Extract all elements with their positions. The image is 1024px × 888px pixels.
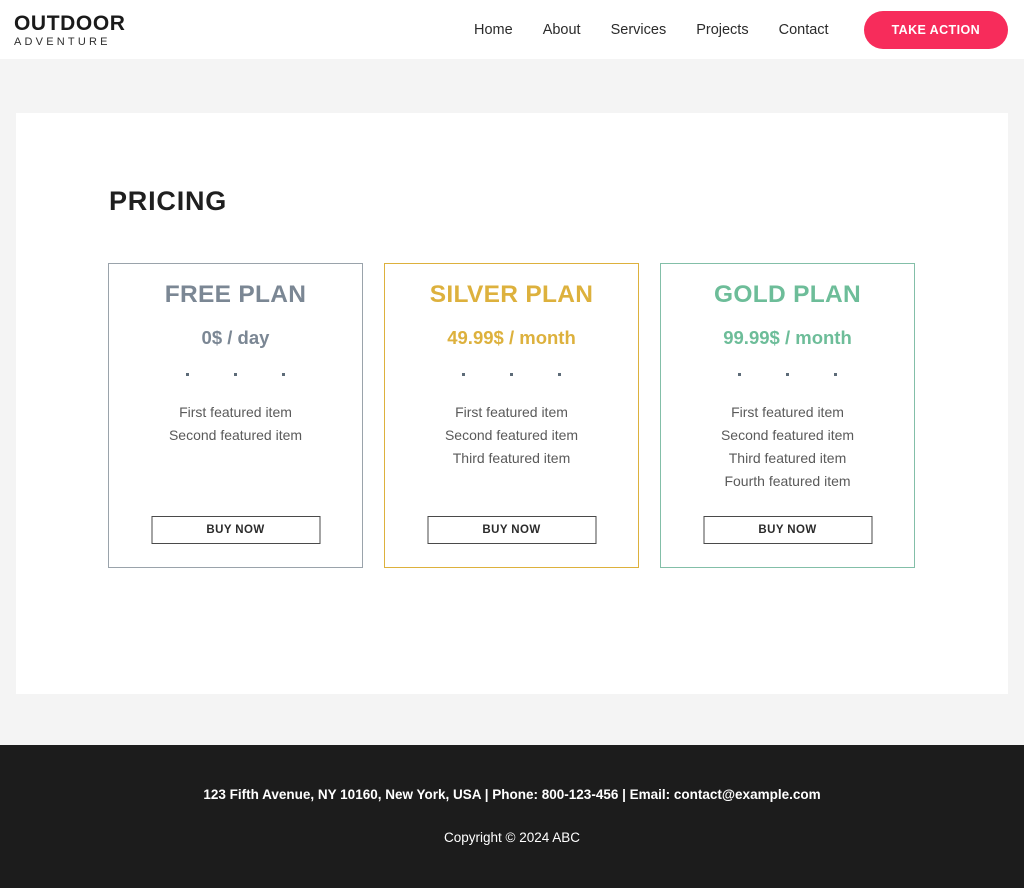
buy-now-button-free[interactable]: BUY NOW bbox=[151, 516, 320, 544]
plan-feature-item: Second featured item bbox=[720, 427, 855, 443]
nav-item-home[interactable]: Home bbox=[459, 22, 528, 38]
plan-feature-item: First featured item bbox=[731, 404, 844, 420]
main-navigation: Home About Services Projects Contact TAK… bbox=[459, 10, 1008, 49]
plan-divider-dots bbox=[462, 369, 561, 379]
divider-dot bbox=[186, 372, 189, 376]
site-logo[interactable]: OUTDOOR ADVENTURE bbox=[14, 11, 126, 48]
plan-feature-item: Second featured item bbox=[444, 427, 579, 443]
plan-title: FREE PLAN bbox=[164, 281, 307, 308]
content-panel: PRICING FREE PLAN 0$ / day First feature… bbox=[16, 113, 1008, 694]
divider-dot bbox=[282, 372, 285, 376]
divider-dot bbox=[462, 372, 465, 376]
buy-now-button-silver[interactable]: BUY NOW bbox=[427, 516, 596, 544]
plan-title: SILVER PLAN bbox=[429, 281, 594, 308]
logo-secondary-text: ADVENTURE bbox=[14, 36, 111, 49]
plan-price: 49.99$ / month bbox=[447, 327, 576, 348]
plan-price: 99.99$ / month bbox=[723, 327, 852, 348]
plan-feature-list: First featured item Second featured item… bbox=[445, 401, 578, 470]
divider-dot bbox=[834, 372, 837, 376]
plan-feature-item: Second featured item bbox=[168, 427, 303, 443]
divider-dot bbox=[786, 372, 789, 376]
take-action-button[interactable]: TAKE ACTION bbox=[863, 10, 1008, 49]
plan-feature-item: First featured item bbox=[179, 404, 292, 420]
nav-item-about[interactable]: About bbox=[528, 22, 596, 38]
pricing-card-gold: GOLD PLAN 99.99$ / month First featured … bbox=[660, 263, 915, 568]
plan-price: 0$ / day bbox=[201, 327, 270, 348]
plan-divider-dots bbox=[738, 369, 837, 379]
plan-divider-dots bbox=[186, 369, 285, 379]
page-title: PRICING bbox=[109, 186, 228, 216]
footer-copyright-line: Copyright © 2024 ABC bbox=[443, 830, 581, 845]
pricing-card-silver: SILVER PLAN 49.99$ / month First feature… bbox=[384, 263, 639, 568]
buy-now-button-gold[interactable]: BUY NOW bbox=[703, 516, 872, 544]
site-header: OUTDOOR ADVENTURE Home About Services Pr… bbox=[0, 0, 1024, 59]
pricing-card-free: FREE PLAN 0$ / day First featured item S… bbox=[108, 263, 363, 568]
pricing-card-row: FREE PLAN 0$ / day First featured item S… bbox=[16, 217, 1008, 568]
plan-title: GOLD PLAN bbox=[714, 281, 861, 308]
divider-dot bbox=[558, 372, 561, 376]
nav-item-contact[interactable]: Contact bbox=[764, 22, 844, 38]
plan-feature-item: First featured item bbox=[455, 404, 568, 420]
footer-contact-line: 123 Fifth Avenue, NY 10160, New York, US… bbox=[203, 787, 821, 802]
nav-item-projects[interactable]: Projects bbox=[681, 22, 763, 38]
plan-feature-list: First featured item Second featured item bbox=[169, 401, 302, 447]
plan-feature-list: First featured item Second featured item… bbox=[721, 401, 854, 493]
plan-feature-item: Third featured item bbox=[452, 450, 571, 466]
plan-feature-item: Fourth featured item bbox=[724, 473, 851, 489]
divider-dot bbox=[510, 372, 513, 376]
site-footer: 123 Fifth Avenue, NY 10160, New York, US… bbox=[0, 745, 1024, 888]
plan-feature-item: Third featured item bbox=[728, 450, 847, 466]
divider-dot bbox=[738, 372, 741, 376]
divider-dot bbox=[234, 372, 237, 376]
nav-item-services[interactable]: Services bbox=[596, 22, 682, 38]
logo-primary-text: OUTDOOR bbox=[14, 11, 126, 35]
